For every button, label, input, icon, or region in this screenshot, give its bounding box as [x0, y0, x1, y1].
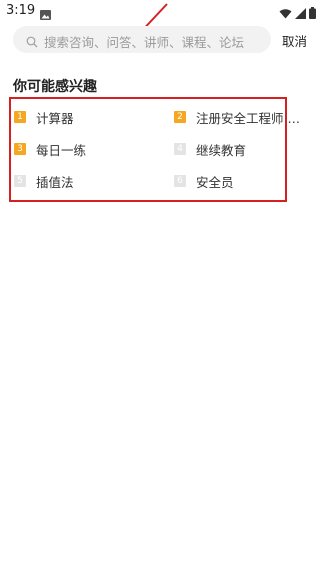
- suggestion-label: 每日一练: [36, 142, 87, 158]
- rank-badge: 5: [14, 175, 26, 187]
- suggestion-item-2[interactable]: 2 注册安全工程师 合...: [174, 109, 304, 126]
- suggestion-label: 计算器: [36, 110, 74, 126]
- rank-badge: 4: [174, 143, 186, 155]
- rank-badge: 3: [14, 143, 26, 155]
- search-placeholder: 搜索咨询、问答、讲师、课程、论坛: [44, 35, 245, 50]
- search-input[interactable]: 搜索咨询、问答、讲师、课程、论坛: [13, 26, 271, 53]
- rank-badge: 2: [174, 111, 186, 123]
- suggestion-item-1[interactable]: 1 计算器: [14, 109, 74, 126]
- suggestion-item-3[interactable]: 3 每日一练: [14, 141, 87, 158]
- suggestion-item-6[interactable]: 6 安全员: [174, 173, 234, 190]
- system-icons: [279, 4, 316, 23]
- search-icon: [26, 33, 38, 52]
- suggestion-label: 继续教育: [196, 142, 247, 158]
- status-time: 3:19: [6, 3, 36, 18]
- interest-section-title: 你可能感兴趣: [13, 79, 97, 95]
- rank-badge: 1: [14, 111, 26, 123]
- suggestion-label: 插值法: [36, 174, 74, 190]
- wifi-icon: [279, 4, 292, 23]
- image-notification-icon: [40, 5, 51, 24]
- battery-icon: [309, 4, 316, 23]
- suggestion-label: 安全员: [196, 174, 234, 190]
- suggestion-item-5[interactable]: 5 插值法: [14, 173, 74, 190]
- cancel-button[interactable]: 取消: [282, 31, 307, 50]
- suggestion-item-4[interactable]: 4 继续教育: [174, 141, 247, 158]
- suggestion-label: 注册安全工程师 合...: [196, 110, 304, 126]
- signal-icon: [295, 4, 306, 23]
- rank-badge: 6: [174, 175, 186, 187]
